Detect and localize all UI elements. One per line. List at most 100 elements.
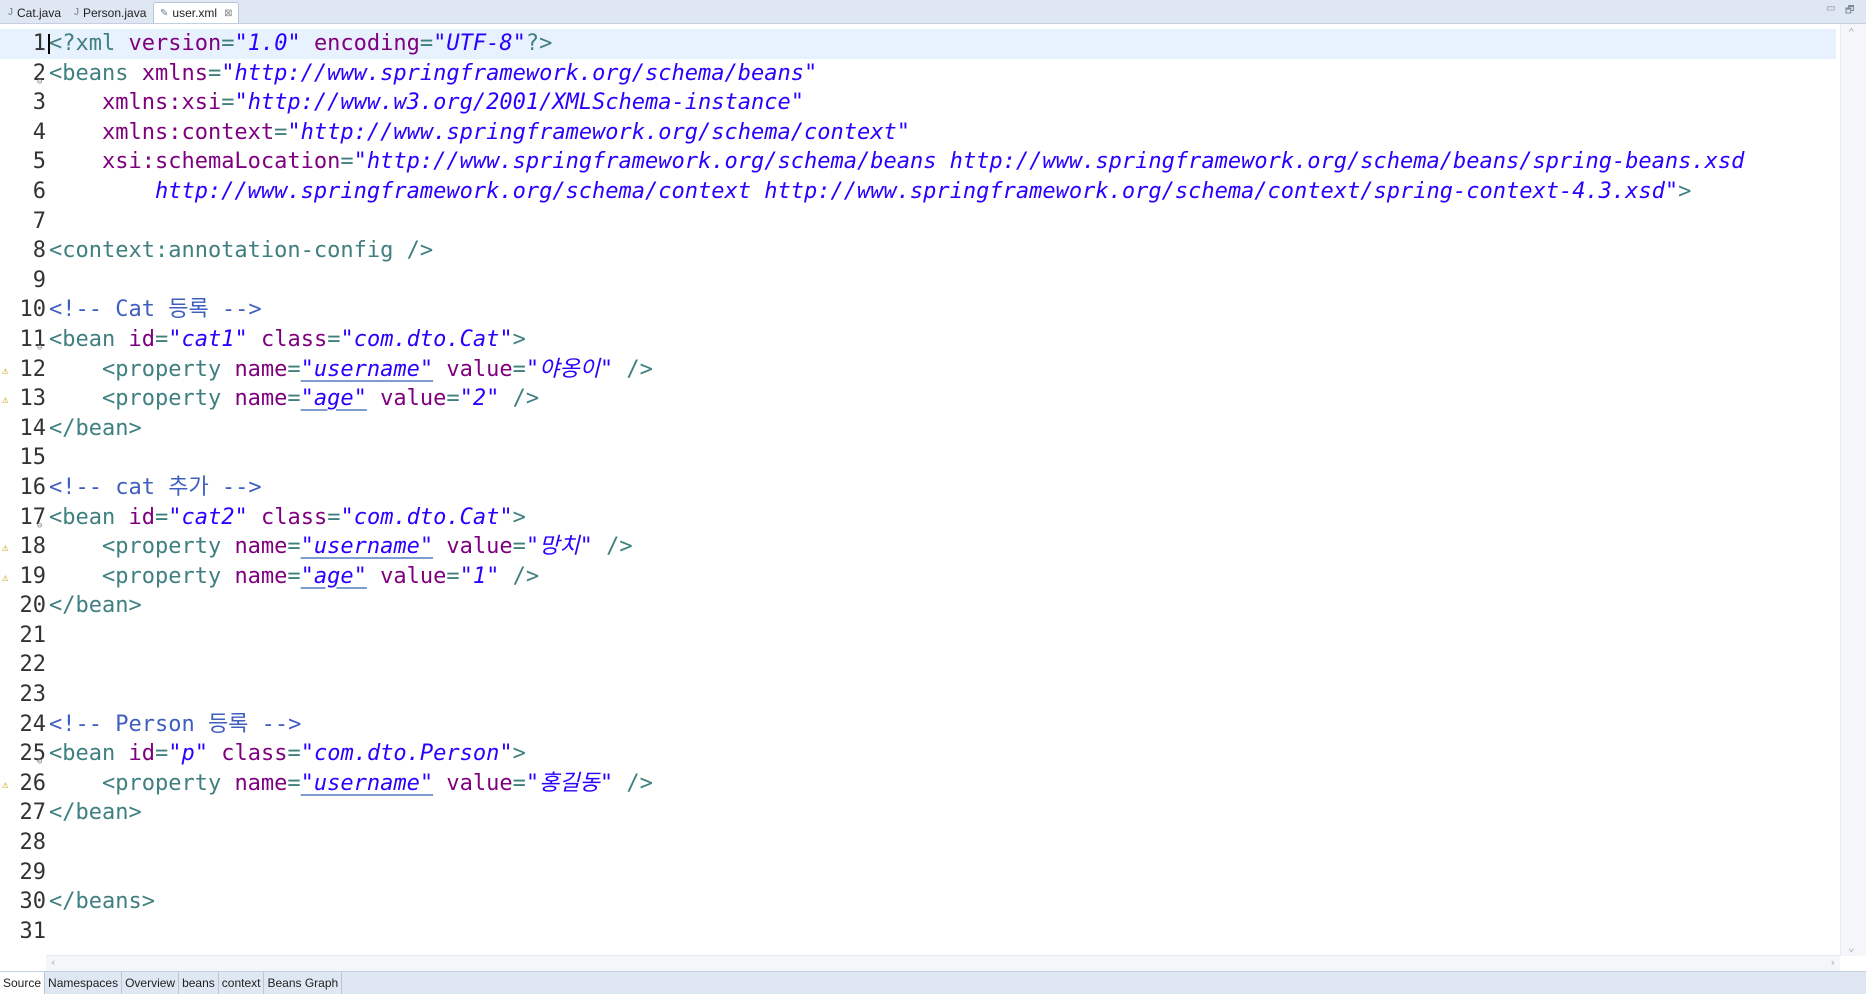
scroll-down-icon[interactable]: ⌄ <box>1848 941 1855 954</box>
line-number-gutter: ⚠ 26 <box>0 769 46 799</box>
code-line[interactable]: 23 <box>0 680 1836 710</box>
line-number: 12 <box>19 356 47 382</box>
xml-token-tag: = <box>340 149 354 175</box>
warning-marker-icon[interactable]: ⚠ <box>2 533 9 563</box>
xml-token-val: "http://www.springframework.org/schema/b… <box>353 149 1745 175</box>
xml-token-cmt: <!-- Person 등록 --> <box>49 711 302 737</box>
line-number-gutter: 7 <box>0 207 46 237</box>
code-line[interactable]: 15 <box>0 443 1836 473</box>
line-number-gutter: 23 <box>0 680 47 710</box>
editor-tab-bar: J Cat.java J Person.java ✎ user.xml ⊠ ▭ … <box>0 0 1866 24</box>
code-line[interactable]: 16 <!-- cat 추가 --> <box>0 473 1836 503</box>
line-number-gutter: 24 <box>0 710 47 740</box>
code-line[interactable]: ⚠ 13 <property name="age" value="2" /> <box>0 384 1836 414</box>
code-line[interactable]: 30 </beans> <box>0 887 1836 917</box>
tab-cat-java[interactable]: J Cat.java <box>2 2 67 23</box>
code-line[interactable]: 27 </bean> <box>0 798 1836 828</box>
code-line[interactable]: 10 <!-- Cat 등록 --> <box>0 295 1836 325</box>
warning-marker-icon[interactable]: ⚠ <box>2 385 9 415</box>
code-line[interactable]: ⚠ 26 <property name="username" value="홍길동… <box>0 769 1836 799</box>
code-line[interactable]: 11 ⊖ <bean id="cat1" class="com.dto.Cat"> <box>0 325 1836 355</box>
xml-token-tag: = <box>446 563 460 589</box>
xml-token-tag <box>367 564 380 589</box>
xml-token-attr: name <box>234 534 288 560</box>
code-line[interactable]: 31 <box>0 917 1836 947</box>
code-line[interactable]: 3 xmlns:xsi="http://www.w3.org/2001/XMLS… <box>0 88 1836 118</box>
scroll-left-icon[interactable]: ‹ <box>50 956 57 969</box>
xml-token-tag: > <box>512 504 526 530</box>
code-line[interactable]: ⚠ 18 <property name="username" value="망치"… <box>0 532 1836 562</box>
xml-token-valu: "age" <box>300 563 367 589</box>
tab-source[interactable]: Source <box>0 972 46 994</box>
xml-token-val: "cat1" <box>168 326 248 352</box>
code-line[interactable]: 24 <!-- Person 등록 --> <box>0 710 1836 740</box>
scroll-up-icon[interactable]: ⌃ <box>1848 26 1855 39</box>
line-number-gutter: 5 <box>0 147 46 177</box>
code-line[interactable]: 1 <?xml version="1.0" encoding="UTF-8"?> <box>0 29 1836 59</box>
xml-token-tag: <bean <box>49 326 129 352</box>
code-line[interactable]: 22 <box>0 650 1836 680</box>
xml-source-editor[interactable]: 1 <?xml version="1.0" encoding="UTF-8"?> 2… <box>0 24 1866 956</box>
xml-token-tag: = <box>221 31 235 56</box>
xml-token-tag: = <box>154 326 169 352</box>
xml-token-attr: version <box>128 31 222 56</box>
warning-marker-icon[interactable]: ⚠ <box>2 356 9 386</box>
xml-token-attr: class <box>260 326 328 352</box>
xml-token-tag: > <box>512 326 526 352</box>
close-icon[interactable]: ⊠ <box>224 8 232 19</box>
code-line[interactable]: ⚠ 12 <property name="username" value="야옹이… <box>0 355 1836 385</box>
code-line[interactable]: 20 </bean> <box>0 591 1836 621</box>
java-file-icon: J <box>74 7 79 18</box>
code-line[interactable]: 21 <box>0 621 1836 651</box>
line-number-gutter: 1 <box>0 29 46 59</box>
maximize-icon[interactable]: 🗗 <box>1845 3 1854 20</box>
line-number-gutter: ⚠ 12 <box>0 355 46 385</box>
code-line[interactable]: 6 http://www.springframework.org/schema/… <box>0 177 1836 207</box>
minimize-icon[interactable]: ▭ <box>1826 3 1835 14</box>
xml-token-val: "1" <box>459 563 500 589</box>
code-line[interactable]: 9 <box>0 266 1836 296</box>
scroll-right-icon[interactable]: › <box>1829 956 1836 969</box>
xml-token-attr: value <box>446 534 513 560</box>
line-number-gutter: 30 <box>0 887 47 917</box>
code-line[interactable]: 8 <context:annotation-config /> <box>0 236 1836 266</box>
tab-namespaces[interactable]: Namespaces <box>45 972 123 994</box>
vertical-scrollbar[interactable]: ⌃ ⌄ <box>1840 24 1866 956</box>
tab-person-java[interactable]: J Person.java <box>68 2 152 23</box>
code-text: <property name="username" value="홍길동" /> <box>49 769 653 799</box>
horizontal-scrollbar[interactable]: ‹ › <box>46 955 1840 971</box>
xml-token-tag: <bean <box>49 741 129 767</box>
tab-user-xml[interactable]: ✎ user.xml ⊠ <box>153 2 240 23</box>
xml-token-tag: <bean <box>49 504 129 530</box>
line-number: 22 <box>19 652 47 678</box>
xml-token-tag: = <box>512 770 526 796</box>
code-line[interactable]: 2 ⊖ <beans xmlns="http://www.springframewo… <box>0 59 1836 89</box>
code-line[interactable]: ⚠ 19 <property name="age" value="1" /> <box>0 562 1836 592</box>
tab-overview[interactable]: Overview <box>122 972 180 994</box>
xml-token-tag <box>49 90 102 115</box>
tab-beans[interactable]: beans <box>179 972 219 994</box>
xml-token-attr: name <box>234 386 288 412</box>
xml-token-tag: = <box>207 60 222 86</box>
xml-token-tag <box>248 327 261 352</box>
tab-context[interactable]: context <box>219 972 265 994</box>
xml-file-icon: ✎ <box>160 7 169 19</box>
tab-beans-graph[interactable]: Beans Graph <box>264 972 343 994</box>
code-line[interactable]: 29 <box>0 858 1836 888</box>
code-line[interactable]: 4 xmlns:context="http://www.springframew… <box>0 118 1836 148</box>
warning-marker-icon[interactable]: ⚠ <box>2 770 9 800</box>
code-line[interactable]: 28 <box>0 828 1836 858</box>
warning-marker-icon[interactable]: ⚠ <box>2 563 9 593</box>
code-line[interactable]: 25 ⊖ <bean id="p" class="com.dto.Person"> <box>0 739 1836 769</box>
code-line[interactable]: 14 </bean> <box>0 414 1836 444</box>
code-text: http://www.springframework.org/schema/co… <box>49 177 1691 207</box>
line-number: 10 <box>19 297 47 323</box>
code-text: <!-- Person 등록 --> <box>49 710 301 740</box>
code-line[interactable]: 17 ⊖ <bean id="cat2" class="com.dto.Cat"> <box>0 503 1836 533</box>
code-line[interactable]: 5 xsi:schemaLocation="http://www.springf… <box>0 147 1836 177</box>
xml-token-val: "com.dto.Person" <box>300 741 513 767</box>
code-text: <property name="age" value="1" /> <box>49 562 539 592</box>
xml-token-tag <box>433 534 446 559</box>
code-line[interactable]: 7 <box>0 207 1836 237</box>
xml-token-tag: = <box>512 356 526 382</box>
